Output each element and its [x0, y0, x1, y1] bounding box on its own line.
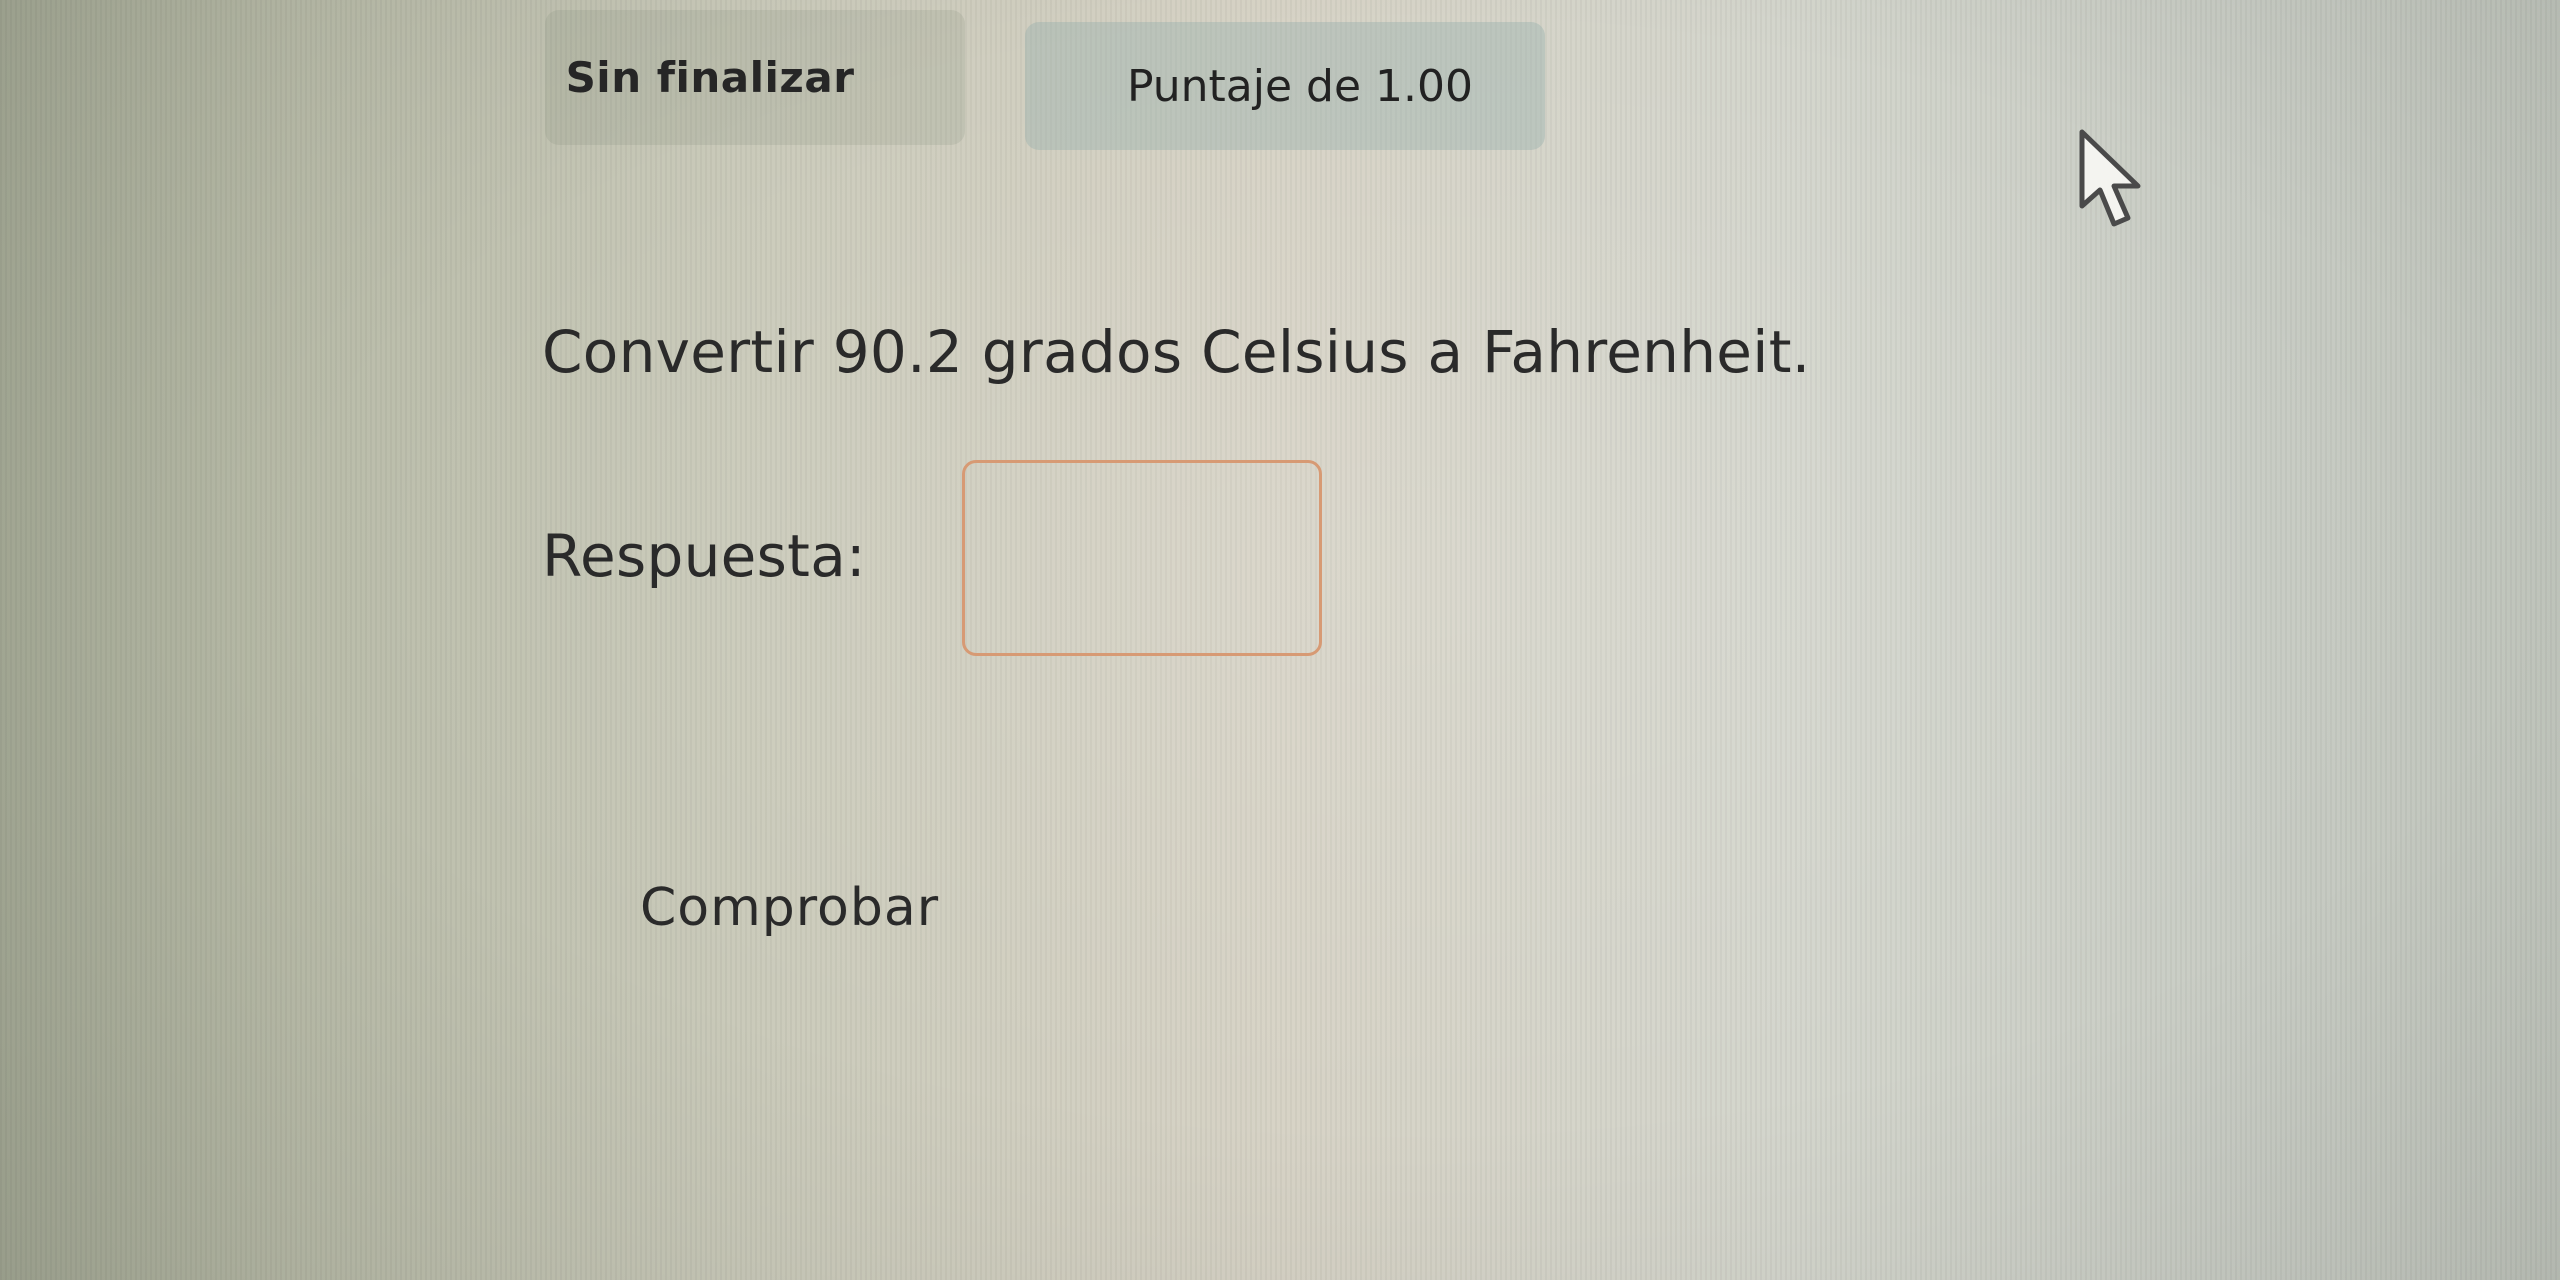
answer-label: Respuesta: [542, 522, 866, 590]
answer-input[interactable] [962, 460, 1322, 656]
question-text: Convertir 90.2 grados Celsius a Fahrenhe… [542, 318, 1811, 386]
score-label: Puntaje de 1.00 [1127, 60, 1473, 112]
check-button[interactable]: Comprobar [610, 858, 969, 958]
attempt-status-badge: Sin finalizar [545, 10, 965, 145]
attempt-status-label: Sin finalizar [565, 53, 855, 102]
mouse-pointer-icon [2079, 129, 2141, 227]
score-badge: Puntaje de 1.00 [1025, 22, 1545, 150]
